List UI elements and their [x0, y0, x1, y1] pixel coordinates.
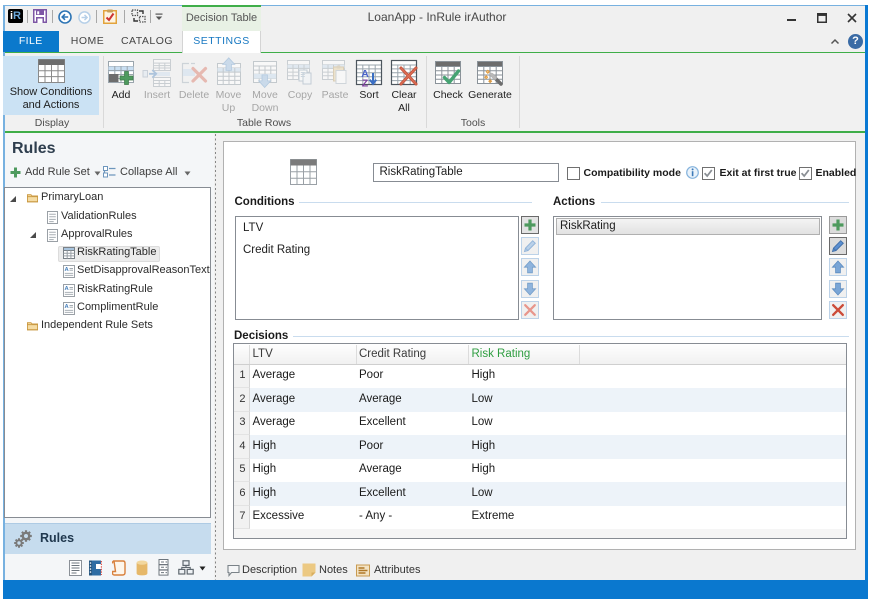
- svg-text:Z: Z: [362, 78, 369, 90]
